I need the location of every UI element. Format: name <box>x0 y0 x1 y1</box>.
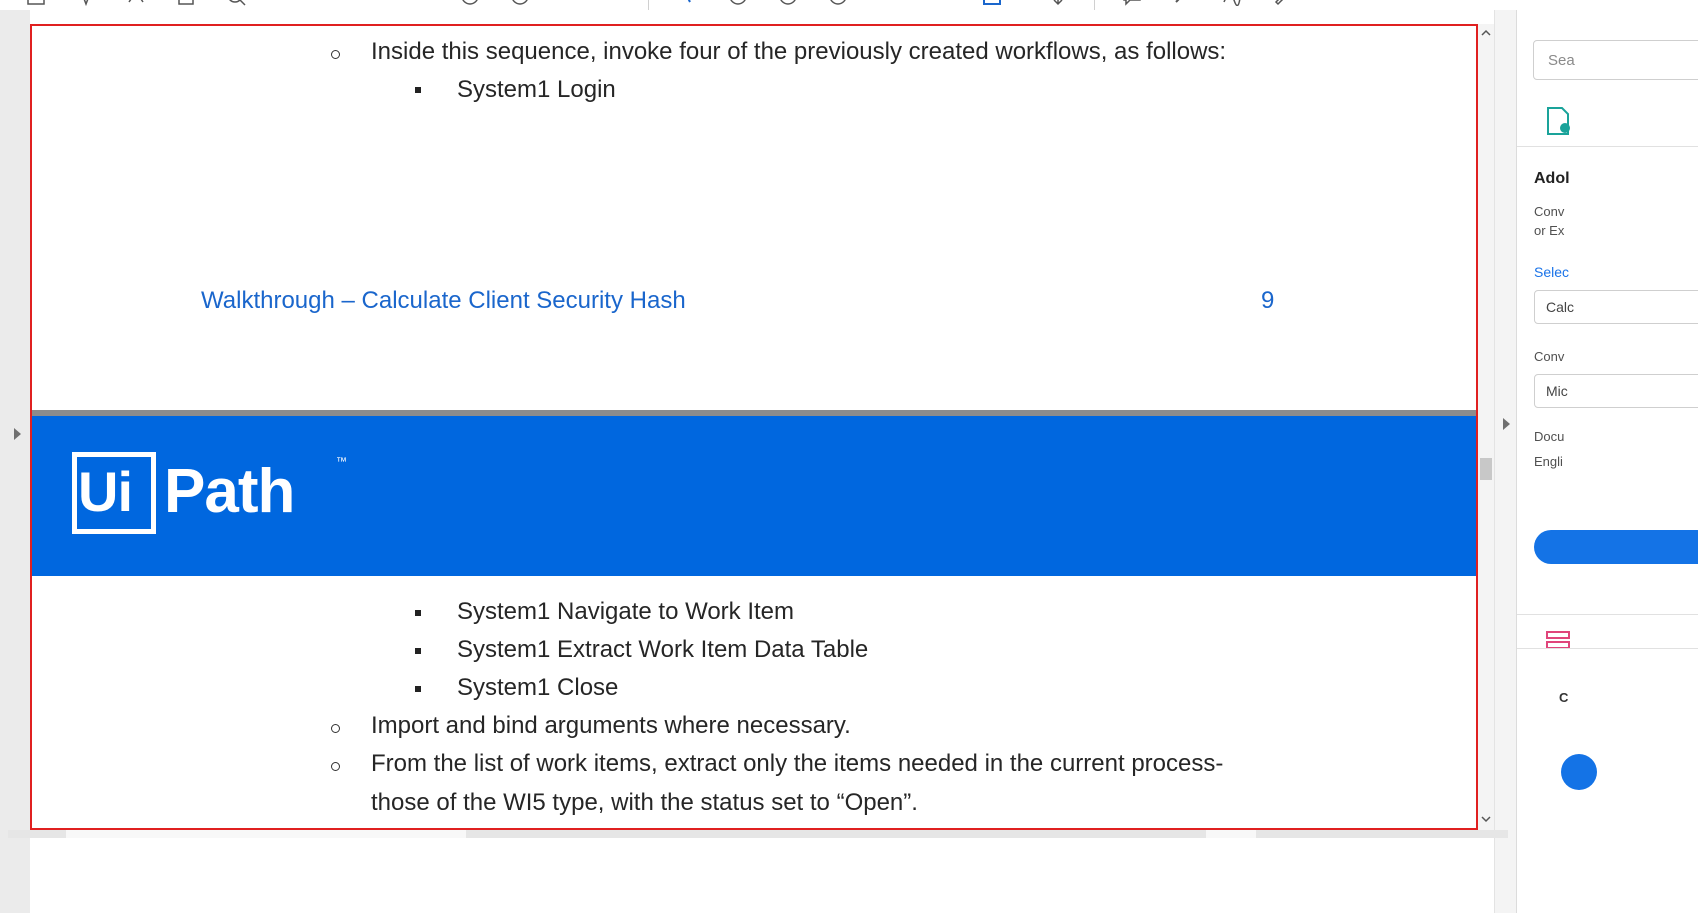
pdf-page: System1 Navigate to Work Item System1 Ex… <box>32 576 1476 828</box>
bullet-text-continued: those of the WI5 type, with the status s… <box>371 789 918 816</box>
organize-pages-icon[interactable] <box>1545 630 1571 650</box>
zoom-level-field[interactable] <box>876 0 956 10</box>
bullet-text: Import and bind arguments where necessar… <box>371 712 851 739</box>
panel-description: Conv <box>1534 204 1565 219</box>
scroll-mode-icon[interactable] <box>1048 0 1068 6</box>
bullet-circle-icon <box>331 50 340 59</box>
scrollbar-thumb[interactable] <box>1480 458 1492 480</box>
save-icon[interactable] <box>26 0 46 6</box>
document-language-label: Docu <box>1534 429 1565 444</box>
convert-label: Conv <box>1534 349 1565 364</box>
comment-icon[interactable] <box>1122 0 1142 6</box>
sub-bullet-text: System1 Login <box>457 76 616 103</box>
print-icon[interactable] <box>176 0 196 6</box>
bullet-square-icon <box>415 648 421 654</box>
scrollbar-thumb[interactable] <box>66 830 466 838</box>
upload-icon[interactable] <box>126 0 146 6</box>
search-placeholder: Sea <box>1548 52 1575 69</box>
export-pdf-icon[interactable] <box>1545 106 1571 136</box>
pdf-page: Inside this sequence, invoke four of the… <box>32 26 1476 410</box>
bullet-square-icon <box>415 686 421 692</box>
scrollbar-segment <box>1206 830 1256 838</box>
page-down-icon[interactable] <box>510 0 530 6</box>
sub-bullet-text: System1 Close <box>457 674 619 701</box>
page-number-field[interactable] <box>556 0 594 10</box>
toc-page-number[interactable]: 9 <box>1261 287 1274 315</box>
zoom-reset-icon[interactable] <box>828 0 848 6</box>
expand-left-panel-icon[interactable] <box>14 428 21 440</box>
sub-bullet-text: System1 Navigate to Work Item <box>457 598 795 625</box>
panel-description: or Ex <box>1534 223 1565 238</box>
panel-label: C <box>1559 690 1569 705</box>
search-icon[interactable] <box>226 0 246 6</box>
vertical-scrollbar[interactable] <box>1478 24 1494 830</box>
horizontal-scrollbar[interactable] <box>8 830 1508 838</box>
divider <box>1517 614 1698 615</box>
bullet-circle-icon <box>331 724 340 733</box>
panel-title: Adol <box>1534 170 1570 187</box>
logo-ui-text: Ui <box>78 460 133 523</box>
fit-page-icon[interactable] <box>982 0 1002 6</box>
toc-link[interactable]: Walkthrough – Calculate Client Security … <box>201 287 686 315</box>
select-link[interactable]: Selec <box>1534 264 1569 280</box>
page-header-banner: Ui Path ™ <box>32 416 1476 576</box>
divider <box>1517 146 1698 147</box>
divider <box>1517 648 1698 649</box>
scroll-down-icon[interactable] <box>1481 814 1491 824</box>
format-select-value: Mic <box>1546 383 1568 399</box>
format-select[interactable]: Mic <box>1534 374 1698 408</box>
file-select[interactable]: Calc <box>1534 290 1698 324</box>
tools-pane: Sea Adol Conv or Ex Selec Calc Conv Mic … <box>1516 10 1698 913</box>
sign-icon[interactable] <box>1222 0 1242 7</box>
right-panel-strip <box>1494 10 1517 913</box>
assistant-button[interactable] <box>1561 754 1597 790</box>
collapse-right-panel-icon[interactable] <box>1503 418 1510 430</box>
toolbar-divider <box>1094 0 1095 10</box>
bullet-square-icon <box>415 87 421 93</box>
logo-path-text: Path <box>164 457 295 526</box>
select-cursor-icon[interactable] <box>676 0 696 6</box>
convert-button[interactable] <box>1534 530 1698 564</box>
sub-bullet-text: System1 Extract Work Item Data Table <box>457 636 869 663</box>
zoom-out-icon[interactable] <box>728 0 748 6</box>
scroll-up-icon[interactable] <box>1481 28 1491 38</box>
toolbar-divider <box>648 0 649 10</box>
zoom-in-icon[interactable] <box>778 0 798 6</box>
bullet-text: Inside this sequence, invoke four of the… <box>371 38 1227 65</box>
page-up-icon[interactable] <box>460 0 480 6</box>
logo-trademark: ™ <box>336 456 347 468</box>
tools-search-input[interactable]: Sea <box>1533 40 1698 80</box>
bullet-square-icon <box>415 610 421 616</box>
bullet-text: From the list of work items, extract onl… <box>371 750 1224 777</box>
edit-icon[interactable] <box>1272 0 1292 6</box>
document-language-value[interactable]: Engli <box>1534 454 1563 469</box>
highlight-icon[interactable] <box>1172 0 1192 6</box>
document-viewer[interactable]: Inside this sequence, invoke four of the… <box>30 24 1478 830</box>
left-gutter <box>0 10 30 913</box>
bullet-circle-icon <box>331 762 340 771</box>
file-select-value: Calc <box>1546 299 1575 315</box>
toolbar <box>0 0 1520 10</box>
bookmark-icon[interactable] <box>76 0 96 7</box>
